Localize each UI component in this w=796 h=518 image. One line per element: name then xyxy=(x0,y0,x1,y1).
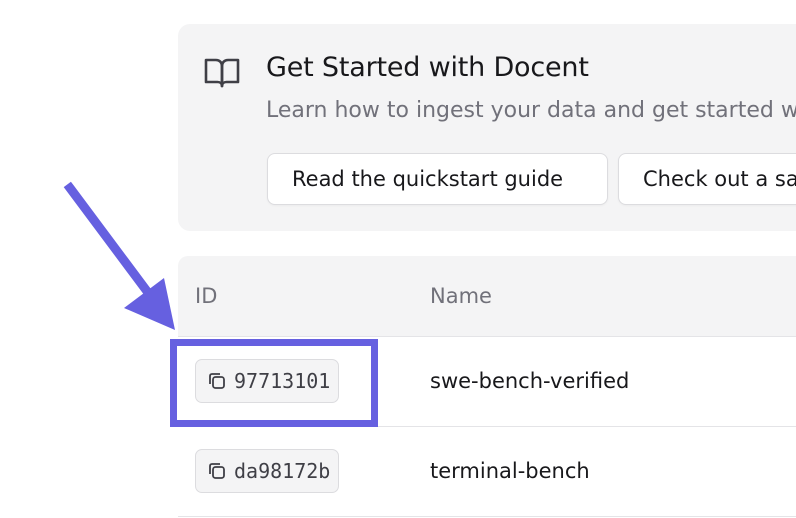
page: Get Started with Docent Learn how to ing… xyxy=(0,0,796,518)
row-name[interactable]: swe-bench-verified xyxy=(430,369,629,393)
card-title: Get Started with Docent xyxy=(266,52,589,83)
arrow-down-right-icon xyxy=(63,181,175,330)
column-header-id[interactable]: ID xyxy=(195,284,217,308)
book-open-icon xyxy=(204,56,240,88)
copy-icon xyxy=(206,460,228,482)
get-started-card: Get Started with Docent Learn how to ing… xyxy=(178,24,796,231)
card-description: Learn how to ingest your data and get st… xyxy=(266,98,796,123)
copy-id-button[interactable]: da98172b xyxy=(195,449,340,493)
table-row[interactable]: da98172b terminal-bench xyxy=(178,427,796,517)
quickstart-guide-button[interactable]: Read the quickstart guide xyxy=(267,153,608,205)
row-name[interactable]: terminal-bench xyxy=(430,459,590,483)
row-id: da98172b xyxy=(234,459,331,483)
check-out-sample-button[interactable]: Check out a sa xyxy=(618,153,796,205)
highlight-box xyxy=(170,339,378,427)
table-header: ID Name xyxy=(178,256,796,337)
column-header-name[interactable]: Name xyxy=(430,284,492,308)
